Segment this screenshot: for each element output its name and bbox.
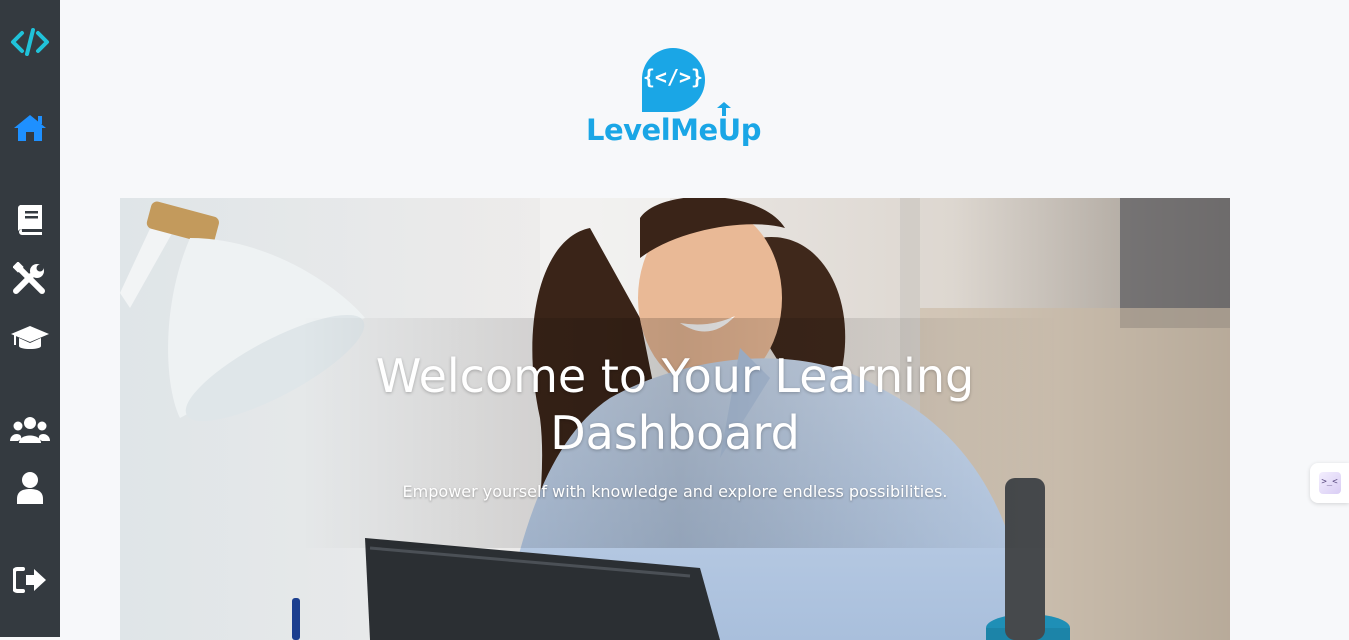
sidebar — [0, 0, 60, 637]
hero-title: Welcome to Your Learning Dashboard — [350, 348, 1000, 462]
hero-title-line-1: Welcome to Your Learning — [375, 349, 975, 403]
brand-logo[interactable]: {</>} LevelMeUp — [586, 46, 766, 156]
assistant-icon: >_< — [1318, 472, 1341, 494]
user-icon[interactable] — [0, 468, 60, 508]
hero-banner: Welcome to Your Learning Dashboard Empow… — [120, 198, 1230, 640]
book-icon[interactable] — [0, 200, 60, 240]
assistant-widget-button[interactable]: >_< — [1310, 463, 1349, 503]
hero-title-line-2: Dashboard — [550, 406, 800, 460]
graduation-cap-icon[interactable] — [0, 318, 60, 358]
logo-symbol: {</>} — [642, 65, 704, 89]
tools-icon[interactable] — [0, 259, 60, 299]
home-icon[interactable] — [0, 108, 60, 148]
brand-name: LevelMeUp — [586, 113, 762, 147]
code-icon[interactable] — [0, 22, 60, 62]
users-icon[interactable] — [0, 410, 60, 450]
sign-out-icon[interactable] — [0, 560, 60, 600]
hero-subtitle: Empower yourself with knowledge and expl… — [402, 482, 948, 501]
